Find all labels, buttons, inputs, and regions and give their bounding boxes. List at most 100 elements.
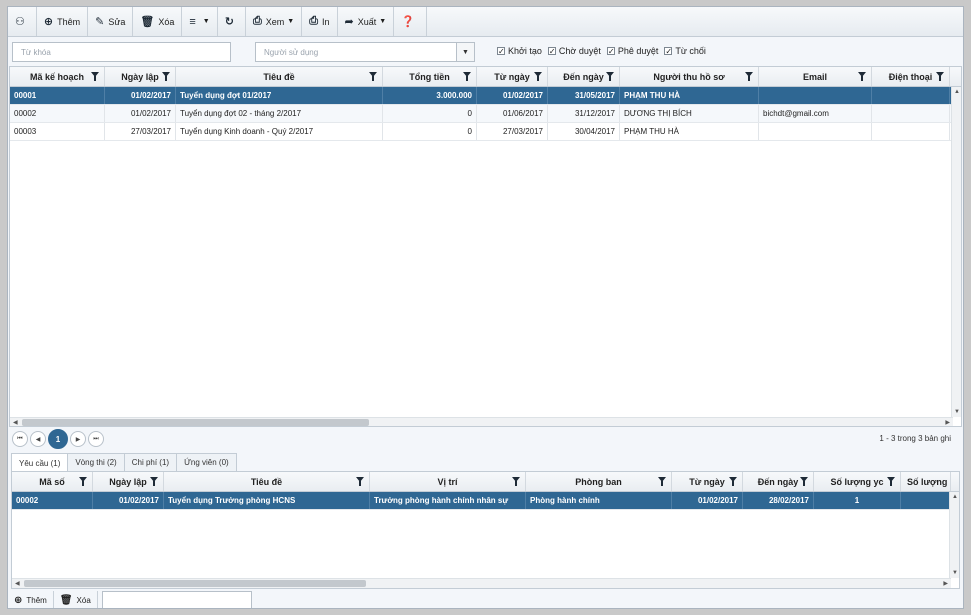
scroll-down-icon[interactable]: ▼ — [952, 570, 958, 576]
last-page-icon: ⏭ — [93, 435, 99, 442]
export-button[interactable]: ➦ Xuất ▼ — [338, 7, 395, 36]
user-select-dropdown[interactable]: ▼ — [457, 42, 475, 62]
detail-input[interactable] — [101, 591, 252, 608]
col-header-den-ngay[interactable]: Đến ngày — [743, 472, 814, 491]
filter-icon[interactable] — [91, 72, 99, 81]
col-header-phong-ban[interactable]: Phòng ban — [526, 472, 672, 491]
scroll-up-icon[interactable]: ▲ — [954, 89, 960, 95]
filter-icon[interactable] — [729, 477, 737, 486]
filter-icon[interactable] — [356, 477, 364, 486]
scroll-up-icon[interactable]: ▲ — [952, 494, 958, 500]
scroll-left-icon[interactable]: ◀ — [15, 580, 20, 587]
cell: 00002 — [10, 105, 105, 122]
scroll-thumb[interactable] — [22, 419, 369, 426]
col-header-tieu-de[interactable]: Tiêu đề — [164, 472, 370, 491]
checkbox-checked-icon: ✓ — [497, 47, 505, 56]
col-header-ngay-lap[interactable]: Ngày lập — [93, 472, 164, 491]
filter-icon[interactable] — [936, 72, 944, 81]
tab-yeu-cau[interactable]: Yêu cầu (1) — [11, 453, 69, 472]
printer-icon: ⎙ — [309, 15, 319, 27]
scroll-down-icon[interactable]: ▼ — [954, 409, 960, 415]
help-button[interactable]: ❓ — [394, 7, 427, 36]
refresh-button[interactable]: ↻ — [218, 7, 246, 36]
cell: Tuyển dụng Trưởng phòng HCNS — [164, 492, 370, 509]
status-checkbox-cho-duyet[interactable]: ✓ Chờ duyệt — [547, 46, 601, 56]
menu-button[interactable]: ≡ ▼ — [182, 7, 218, 36]
status-checkbox-phe-duyet[interactable]: ✓ Phê duyệt — [606, 46, 658, 56]
detail-tabs: Yêu cầu (1) Vòng thi (2) Chi phí (1) Ứng… — [11, 453, 237, 472]
filter-icon[interactable] — [745, 72, 753, 81]
view-button[interactable]: ⎙ Xem ▼ — [246, 7, 303, 36]
detail-add-button[interactable]: ⊕ Thêm — [8, 591, 54, 608]
filter-icon[interactable] — [79, 477, 87, 486]
pager: ⏮ ◀ 1 ▶ ⏭ 1 - 3 trong 3 bản ghi — [8, 427, 963, 451]
col-header-dien-thoai[interactable]: Điện thoại — [872, 67, 950, 86]
filter-icon[interactable] — [150, 477, 158, 486]
col-header-tu-ngay[interactable]: Từ ngày — [672, 472, 743, 491]
status-checkbox-khoi-tao[interactable]: ✓ Khởi tạo — [497, 46, 542, 56]
cell: 00001 — [10, 87, 105, 104]
table-row[interactable]: 00001 01/02/2017 Tuyển dụng đợt 01/2017 … — [10, 87, 961, 105]
col-header-email[interactable]: Email — [759, 67, 872, 86]
cell: 01/02/2017 — [105, 105, 176, 122]
scroll-right-icon[interactable]: ▶ — [943, 580, 948, 587]
col-header-ma-so[interactable]: Mã số — [12, 472, 93, 491]
find-button[interactable]: ⚇ — [8, 7, 37, 36]
col-header-so-luong-yc[interactable]: Số lượng yc — [814, 472, 901, 491]
tab-vong-thi[interactable]: Vòng thi (2) — [67, 453, 125, 471]
cell: PHẠM THU HÀ — [620, 123, 759, 140]
filter-icon[interactable] — [887, 477, 895, 486]
keyword-input[interactable] — [12, 42, 231, 62]
cell: bichdt@gmail.com — [759, 105, 872, 122]
col-header-tieu-de[interactable]: Tiêu đề — [176, 67, 383, 86]
filter-icon[interactable] — [369, 72, 377, 81]
col-header-ngay-lap[interactable]: Ngày lập — [105, 67, 176, 86]
col-header-vi-tri[interactable]: Vị trí — [370, 472, 526, 491]
table-row[interactable]: 00002 01/02/2017 Tuyển dụng đợt 02 - thá… — [10, 105, 961, 123]
col-header-tong-tien[interactable]: Tổng tiền — [383, 67, 477, 86]
col-header-tu-ngay[interactable]: Từ ngày — [477, 67, 548, 86]
col-header-so-luong[interactable]: Số lượng — [901, 472, 951, 491]
delete-button-label: Xóa — [158, 16, 175, 27]
pencil-icon: ✎ — [95, 16, 105, 28]
filter-icon[interactable] — [800, 477, 808, 486]
scroll-left-icon[interactable]: ◀ — [13, 419, 18, 426]
filter-icon[interactable] — [858, 72, 866, 81]
edit-button[interactable]: ✎ Sửa — [88, 7, 134, 36]
caret-down-icon: ▼ — [202, 18, 210, 25]
col-header-nguoi-thu-ho-so[interactable]: Người thu hồ sơ — [620, 67, 759, 86]
first-page-button[interactable]: ⏮ — [12, 431, 28, 447]
user-select-input[interactable] — [255, 42, 457, 62]
prev-page-button[interactable]: ◀ — [30, 431, 46, 447]
plan-grid-vscroll[interactable]: ▲ ▼ — [951, 87, 961, 417]
filter-icon[interactable] — [512, 477, 520, 486]
cell: 28/02/2017 — [743, 492, 814, 509]
table-row[interactable]: 00002 01/02/2017 Tuyển dụng Trưởng phòng… — [12, 492, 959, 510]
scroll-right-icon[interactable]: ▶ — [945, 419, 950, 426]
cell: Tuyển dụng đợt 02 - tháng 2/2017 — [176, 105, 383, 122]
filter-icon[interactable] — [658, 477, 666, 486]
add-button[interactable]: ⊕ Thêm — [37, 7, 89, 36]
filter-icon[interactable] — [463, 72, 471, 81]
filter-icon[interactable] — [534, 72, 542, 81]
page-number-button[interactable]: 1 — [48, 429, 68, 449]
filter-icon[interactable] — [162, 72, 170, 81]
plan-grid-hscroll[interactable]: ◀ ▶ — [10, 417, 953, 426]
request-grid-hscroll[interactable]: ◀ ▶ — [12, 578, 951, 588]
print-button[interactable]: ⎙ In — [302, 7, 338, 36]
detail-delete-label: Xóa — [76, 595, 91, 605]
scroll-thumb[interactable] — [24, 580, 366, 587]
delete-button[interactable]: 🗑 Xóa — [133, 7, 183, 36]
printer-icon: ⎙ — [252, 15, 262, 27]
table-row[interactable]: 00003 27/03/2017 Tuyển dụng Kinh doanh -… — [10, 123, 961, 141]
col-header-ma-ke-hoach[interactable]: Mã kế hoạch — [10, 67, 105, 86]
last-page-button[interactable]: ⏭ — [88, 431, 104, 447]
detail-delete-button[interactable]: 🗑 Xóa — [54, 591, 98, 608]
tab-chi-phi[interactable]: Chi phí (1) — [123, 453, 178, 471]
next-page-button[interactable]: ▶ — [70, 431, 86, 447]
tab-ung-vien[interactable]: Ứng viên (0) — [176, 453, 237, 471]
status-checkbox-tu-choi[interactable]: ✓ Từ chối — [664, 46, 706, 56]
request-grid-vscroll[interactable]: ▲ ▼ — [949, 492, 959, 578]
col-header-den-ngay[interactable]: Đến ngày — [548, 67, 620, 86]
filter-icon[interactable] — [606, 72, 614, 81]
